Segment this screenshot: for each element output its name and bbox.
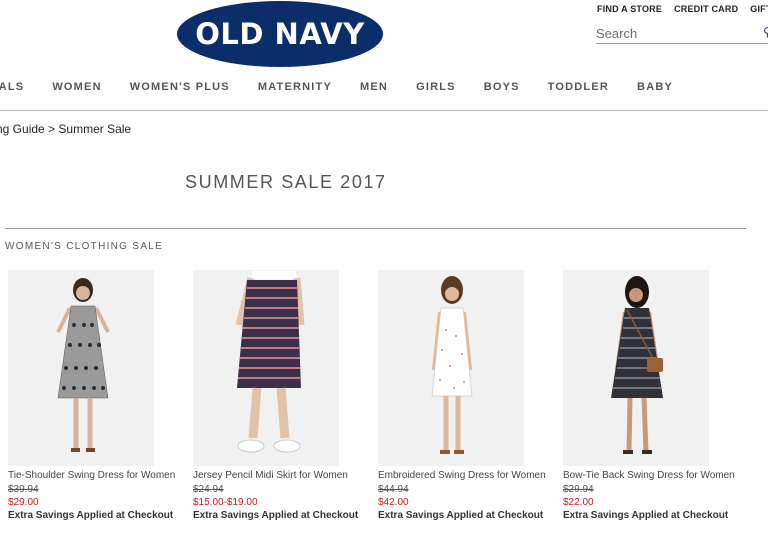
- main-nav: VALS WOMEN WOMEN'S PLUS MATERNITY MEN GI…: [0, 81, 701, 93]
- nav-item-toddler[interactable]: TODDLER: [548, 81, 609, 93]
- nav-item-men[interactable]: MEN: [360, 81, 388, 93]
- search-icon[interactable]: ⚲: [763, 25, 768, 39]
- product-name-link[interactable]: Embroidered Swing Dress for Women: [378, 470, 546, 481]
- breadcrumb-current: Summer Sale: [58, 122, 132, 136]
- savings-note: Extra Savings Applied at Checkout: [563, 510, 729, 521]
- nav-item-maternity[interactable]: MATERNITY: [258, 81, 332, 93]
- nav-item-girls[interactable]: GIRLS: [416, 81, 456, 93]
- nav-item-womens-plus[interactable]: WOMEN'S PLUS: [130, 81, 230, 93]
- original-price: $29.94: [563, 484, 594, 495]
- breadcrumb: ng Guide > Summer Sale: [0, 122, 131, 136]
- page-title: SUMMER SALE 2017: [185, 172, 387, 192]
- gift-card-link[interactable]: GIFT CA: [750, 4, 768, 14]
- logo-text: OLD NAVY: [195, 17, 365, 51]
- nav-item-women[interactable]: WOMEN: [52, 81, 101, 93]
- product-image[interactable]: [378, 270, 524, 466]
- sale-price: $42.00: [378, 497, 409, 508]
- section-title: WOMEN'S CLOTHING SALE: [5, 241, 164, 252]
- product-card: Embroidered Swing Dress for Women $44.94…: [378, 270, 558, 521]
- nav-item-new-arrivals[interactable]: VALS: [0, 81, 24, 93]
- nav-item-boys[interactable]: BOYS: [484, 81, 520, 93]
- product-card: Bow-Tie Back Swing Dress for Women $29.9…: [563, 270, 743, 521]
- nav-divider: [0, 110, 768, 111]
- search-input[interactable]: [596, 24, 756, 42]
- product-name-link[interactable]: Jersey Pencil Midi Skirt for Women: [193, 470, 348, 481]
- savings-note: Extra Savings Applied at Checkout: [378, 510, 544, 521]
- original-price: $24.94: [193, 484, 224, 495]
- savings-note: Extra Savings Applied at Checkout: [193, 510, 359, 521]
- credit-card-link[interactable]: CREDIT CARD: [674, 4, 738, 14]
- sale-price: $29.00: [8, 497, 39, 508]
- title-divider: [5, 228, 746, 229]
- breadcrumb-parent-link[interactable]: ng Guide: [0, 122, 45, 136]
- sale-price: $22.00: [563, 497, 594, 508]
- original-price: $39.94: [8, 484, 39, 495]
- find-a-store-link[interactable]: FIND A STORE: [597, 4, 662, 14]
- product-name-link[interactable]: Bow-Tie Back Swing Dress for Women: [563, 470, 735, 481]
- product-image[interactable]: [8, 270, 154, 466]
- product-card: Tie-Shoulder Swing Dress for Women $39.9…: [8, 270, 188, 521]
- original-price: $44.94: [378, 484, 409, 495]
- old-navy-logo[interactable]: OLD NAVY: [177, 1, 383, 67]
- product-image[interactable]: [563, 270, 709, 466]
- product-card: Jersey Pencil Midi Skirt for Women $24.9…: [193, 270, 373, 521]
- product-image[interactable]: [193, 270, 339, 466]
- savings-note: Extra Savings Applied at Checkout: [8, 510, 174, 521]
- search-box: ⚲: [596, 24, 768, 44]
- sale-price: $15.00-$19.00: [193, 497, 258, 508]
- nav-item-baby[interactable]: BABY: [637, 81, 673, 93]
- utility-links: FIND A STORE CREDIT CARD GIFT CA: [597, 4, 768, 14]
- product-name-link[interactable]: Tie-Shoulder Swing Dress for Women: [8, 470, 175, 481]
- breadcrumb-separator: >: [48, 122, 56, 136]
